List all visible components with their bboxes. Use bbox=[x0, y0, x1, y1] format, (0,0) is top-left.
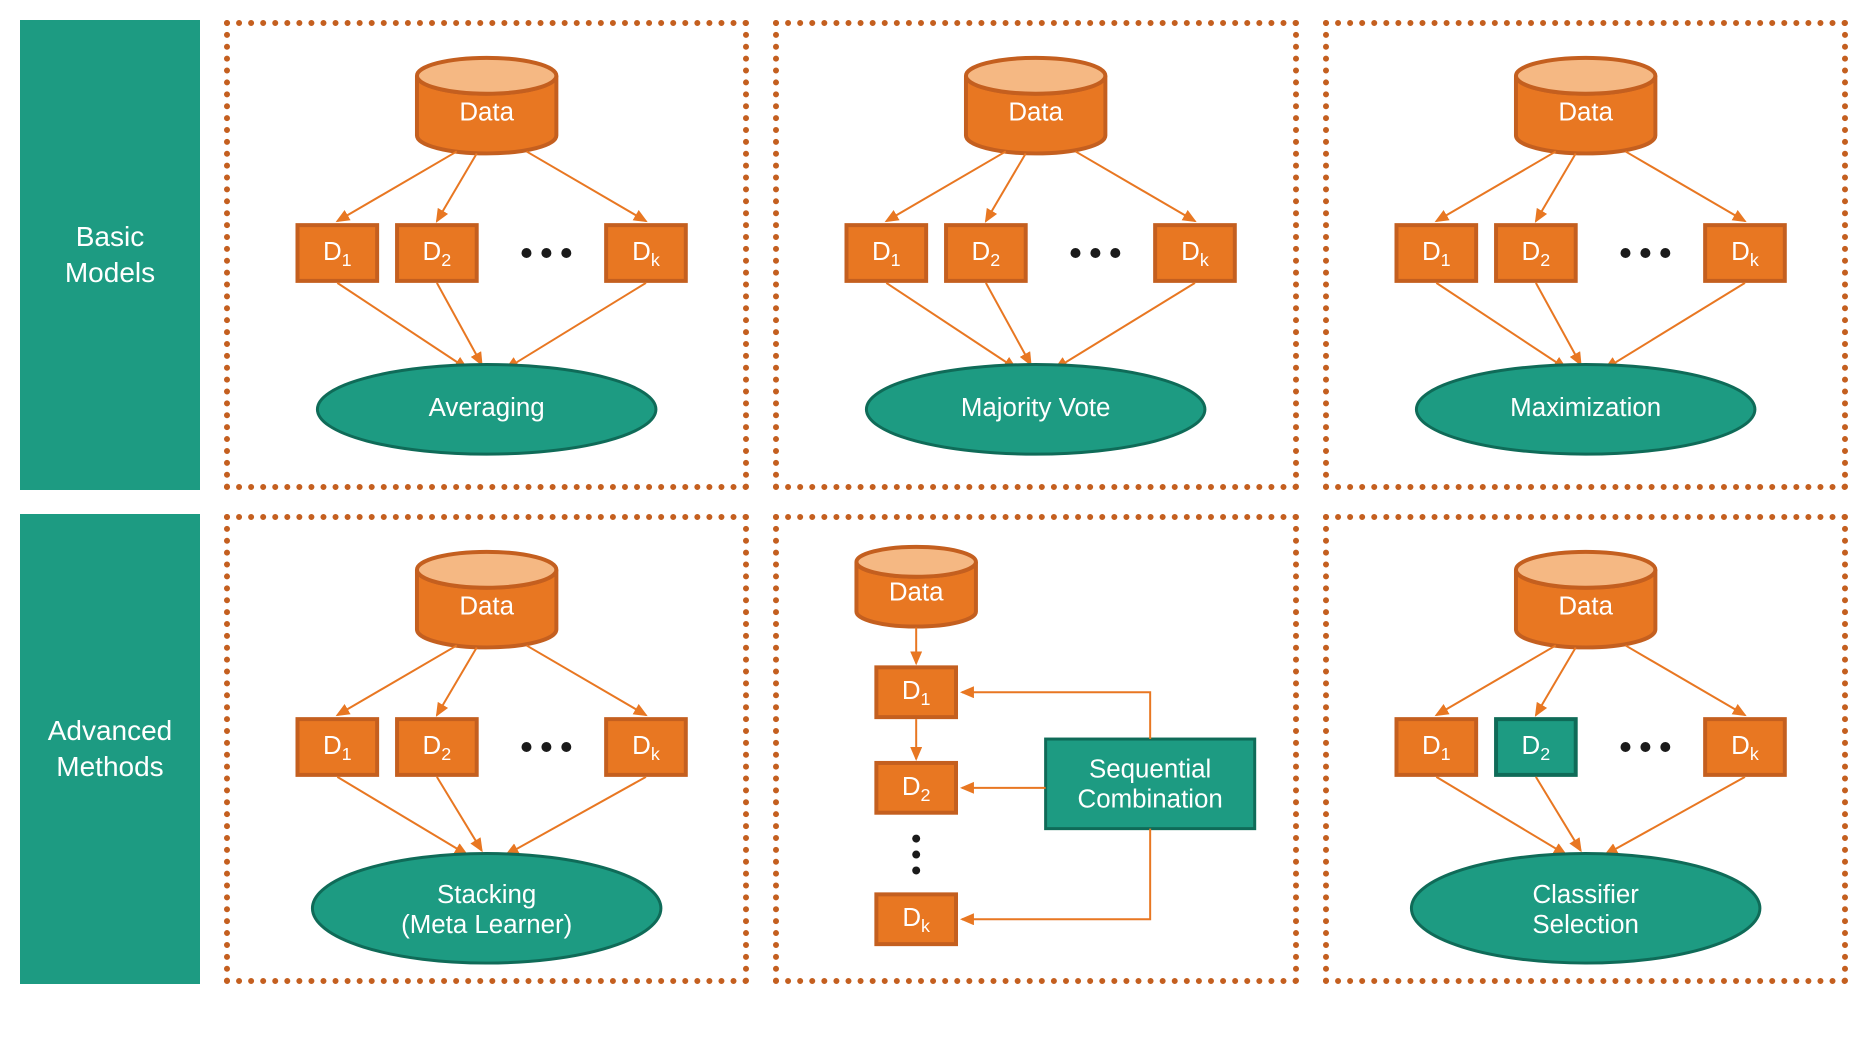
maximization-label: Maximization bbox=[1510, 394, 1661, 422]
panel-maximization: Data D1 D2 Dk Maximization bbox=[1323, 20, 1848, 490]
d2-box-selected: D2 bbox=[1496, 719, 1576, 775]
d2-box: D2 bbox=[877, 763, 957, 813]
d1-box: D1 bbox=[1396, 225, 1476, 281]
data-cylinder: Data bbox=[1516, 552, 1655, 648]
dk-box: Dk bbox=[1155, 225, 1235, 281]
d2-box: D2 bbox=[1496, 225, 1576, 281]
d1-box: D1 bbox=[877, 667, 957, 717]
majority-ellipse: Majority Vote bbox=[867, 365, 1206, 455]
d1-box: D1 bbox=[297, 225, 377, 281]
panel-classifier: Data D1 D2 Dk Classifier Selection bbox=[1323, 514, 1848, 984]
row-label-basic-text: Basic Models bbox=[65, 219, 155, 292]
d2-box: D2 bbox=[397, 719, 477, 775]
dk-box: Dk bbox=[1705, 719, 1785, 775]
panels-basic: Data D1 D2 bbox=[224, 20, 1848, 490]
dk-box: Dk bbox=[606, 719, 686, 775]
panel-stacking: Data D1 D2 Dk Stacking (Meta Learn bbox=[224, 514, 749, 984]
classifier-label-1: Classifier bbox=[1532, 881, 1639, 909]
row-label-basic: Basic Models bbox=[20, 20, 200, 490]
data-cylinder: Data bbox=[966, 58, 1105, 154]
maximization-ellipse: Maximization bbox=[1416, 365, 1755, 455]
dk-box: Dk bbox=[606, 225, 686, 281]
panel-majority: Data D1 D2 Dk Majority Vote bbox=[773, 20, 1298, 490]
classifier-ellipse: Classifier Selection bbox=[1411, 854, 1759, 964]
d1-box: D1 bbox=[847, 225, 927, 281]
row-advanced: Advanced Methods Data D1 D2 Dk bbox=[20, 514, 1848, 984]
row-label-advanced-text: Advanced Methods bbox=[48, 713, 173, 786]
d1-box: D1 bbox=[297, 719, 377, 775]
averaging-ellipse: Averaging bbox=[317, 365, 656, 455]
sequential-label-2: Combination bbox=[1078, 786, 1223, 814]
row-basic: Basic Models Data bbox=[20, 20, 1848, 490]
data-cylinder: Data bbox=[417, 552, 556, 648]
data-label: Data bbox=[459, 98, 514, 126]
data-label: Data bbox=[1558, 98, 1613, 126]
stacking-ellipse: Stacking (Meta Learner) bbox=[312, 854, 660, 964]
data-label: Data bbox=[889, 579, 944, 607]
sequential-box: Sequential Combination bbox=[1046, 739, 1255, 829]
panel-sequential: Data D1 D2 Dk Sequential Combination bbox=[773, 514, 1298, 984]
averaging-label: Averaging bbox=[429, 394, 545, 422]
d2-box: D2 bbox=[946, 225, 1026, 281]
data-label: Data bbox=[1009, 98, 1064, 126]
stacking-label-1: Stacking bbox=[437, 881, 536, 909]
dk-box: Dk bbox=[1705, 225, 1785, 281]
data-cylinder: Data bbox=[857, 547, 976, 627]
majority-label: Majority Vote bbox=[961, 394, 1111, 422]
panel-averaging: Data D1 D2 bbox=[224, 20, 749, 490]
data-label: Data bbox=[459, 592, 514, 620]
row-label-advanced: Advanced Methods bbox=[20, 514, 200, 984]
d2-box: D2 bbox=[397, 225, 477, 281]
data-cylinder: Data bbox=[1516, 58, 1655, 154]
stacking-label-2: (Meta Learner) bbox=[401, 911, 572, 939]
dk-box: Dk bbox=[877, 894, 957, 944]
classifier-label-2: Selection bbox=[1532, 911, 1638, 939]
data-cylinder: Data bbox=[417, 58, 556, 154]
data-label: Data bbox=[1558, 592, 1613, 620]
d1-box: D1 bbox=[1396, 719, 1476, 775]
panels-advanced: Data D1 D2 Dk Stacking (Meta Learn bbox=[224, 514, 1848, 984]
diagram-container: Basic Models Data bbox=[20, 20, 1848, 984]
sequential-label-1: Sequential bbox=[1089, 756, 1211, 784]
